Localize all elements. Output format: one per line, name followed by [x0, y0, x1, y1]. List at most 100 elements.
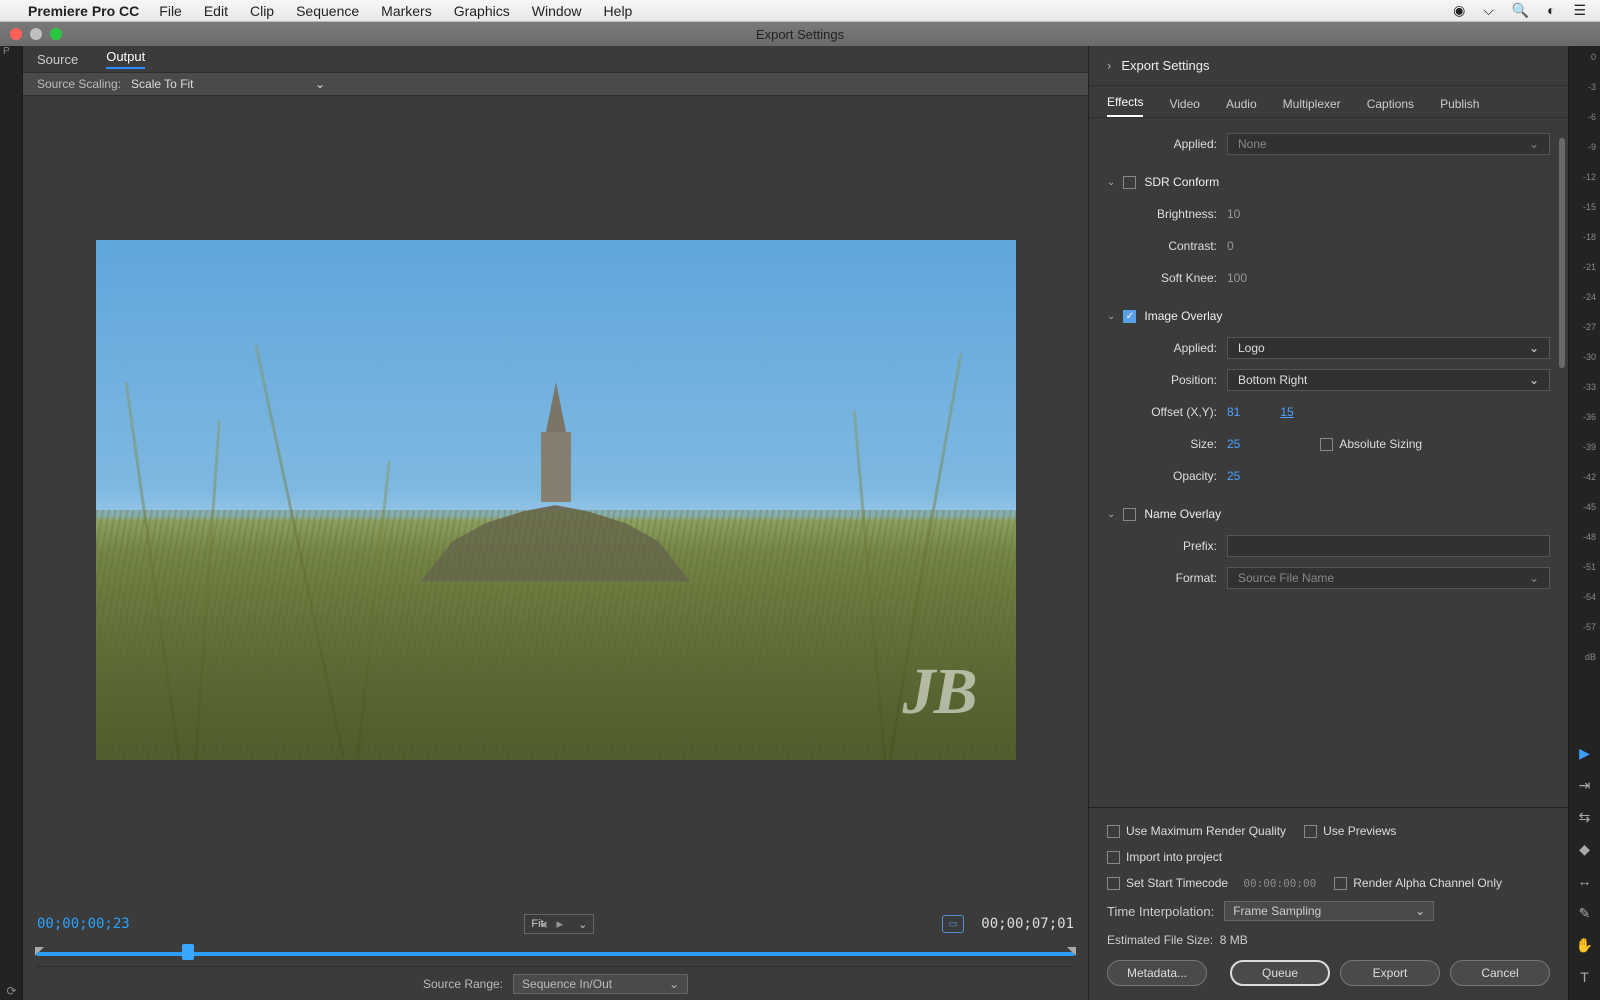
chevron-down-icon: ⌄ — [1107, 509, 1115, 520]
softknee-label: Soft Knee: — [1107, 271, 1227, 285]
close-window-button[interactable] — [10, 28, 22, 40]
tab-publish[interactable]: Publish — [1440, 97, 1479, 117]
timeline-scrubber[interactable] — [37, 944, 1074, 962]
tab-effects[interactable]: Effects — [1107, 95, 1143, 117]
effects-settings-scroll[interactable]: Applied: None⌄ ⌄ SDR Conform Brightness:… — [1089, 118, 1568, 807]
menu-sequence[interactable]: Sequence — [296, 3, 359, 19]
section-image-overlay[interactable]: ⌄ ✓ Image Overlay — [1107, 300, 1550, 332]
overlay-size-value[interactable]: 25 — [1227, 437, 1240, 451]
timecode-in[interactable]: 00;00;00;23 — [37, 916, 130, 932]
wifi-icon[interactable]: ⌵ — [1483, 2, 1494, 18]
overlay-applied-label: Applied: — [1107, 341, 1227, 355]
section-sdr-conform[interactable]: ⌄ SDR Conform — [1107, 166, 1550, 198]
metadata-button[interactable]: Metadata... — [1107, 960, 1207, 986]
overlay-offset-label: Offset (X,Y): — [1107, 405, 1227, 419]
export-tab-row: Effects Video Audio Multiplexer Captions… — [1089, 86, 1568, 118]
menu-clip[interactable]: Clip — [250, 3, 274, 19]
softknee-value[interactable]: 100 — [1227, 271, 1247, 285]
source-scaling-row: Source Scaling: Scale To Fit⌄ — [23, 72, 1088, 96]
siri-icon[interactable]: ◐ — [1547, 2, 1555, 18]
mac-menubar: Premiere Pro CC File Edit Clip Sequence … — [0, 0, 1600, 22]
menu-file[interactable]: File — [159, 3, 182, 19]
source-range-label: Source Range: — [423, 977, 503, 991]
search-icon[interactable]: 🔍 — [1512, 2, 1529, 18]
contrast-value[interactable]: 0 — [1227, 239, 1234, 253]
lumetri-applied-select[interactable]: None⌄ — [1227, 133, 1550, 155]
selection-tool-icon[interactable]: ▶ — [1576, 744, 1594, 762]
out-point-handle[interactable] — [1067, 947, 1076, 956]
import-project-checkbox[interactable] — [1107, 851, 1120, 864]
zoom-fit-select[interactable]: Fit⌄ — [524, 914, 594, 934]
chevron-right-icon: › — [1107, 58, 1111, 73]
chevron-down-icon: ⌄ — [578, 918, 587, 931]
start-tc-value[interactable]: 00:00:00:00 — [1243, 877, 1316, 890]
tab-output[interactable]: Output — [106, 49, 145, 69]
menu-markers[interactable]: Markers — [381, 3, 432, 19]
name-overlay-checkbox[interactable] — [1123, 508, 1136, 521]
menu-window[interactable]: Window — [532, 3, 582, 19]
chevron-down-icon: ⌄ — [1529, 373, 1539, 387]
prefix-input[interactable] — [1227, 535, 1550, 557]
brightness-value[interactable]: 10 — [1227, 207, 1240, 221]
overlay-applied-select[interactable]: Logo⌄ — [1227, 337, 1550, 359]
chevron-down-icon: ⌄ — [1529, 571, 1539, 585]
tab-audio[interactable]: Audio — [1226, 97, 1257, 117]
tab-video[interactable]: Video — [1169, 97, 1199, 117]
pen-tool-icon[interactable]: ✎ — [1576, 904, 1594, 922]
tab-multiplexer[interactable]: Multiplexer — [1283, 97, 1341, 117]
sdr-conform-checkbox[interactable] — [1123, 176, 1136, 189]
render-alpha-checkbox[interactable] — [1334, 877, 1347, 890]
chevron-down-icon: ⌄ — [1107, 177, 1115, 188]
track-select-tool-icon[interactable]: ⇥ — [1576, 776, 1594, 794]
export-settings-header[interactable]: › Export Settings — [1089, 46, 1568, 86]
preview-panel: Source Output Source Scaling: Scale To F… — [23, 46, 1088, 1000]
hand-tool-icon[interactable]: ✋ — [1576, 936, 1594, 954]
maximize-window-button[interactable] — [50, 28, 62, 40]
max-render-quality-checkbox[interactable] — [1107, 825, 1120, 838]
type-tool-icon[interactable]: T — [1576, 968, 1594, 986]
chevron-down-icon: ⌄ — [315, 77, 325, 91]
image-overlay-checkbox[interactable]: ✓ — [1123, 310, 1136, 323]
scrollbar[interactable] — [1559, 138, 1565, 368]
tab-source[interactable]: Source — [37, 52, 78, 67]
set-start-tc-checkbox[interactable] — [1107, 877, 1120, 890]
scaling-select[interactable]: Scale To Fit⌄ — [131, 77, 331, 91]
tab-captions[interactable]: Captions — [1367, 97, 1414, 117]
overlay-opacity-value[interactable]: 25 — [1227, 469, 1240, 483]
queue-button[interactable]: Queue — [1230, 960, 1330, 986]
minimize-window-button[interactable] — [30, 28, 42, 40]
export-button[interactable]: Export — [1340, 960, 1440, 986]
overlay-opacity-label: Opacity: — [1107, 469, 1227, 483]
video-preview[interactable]: JB — [96, 240, 1016, 760]
import-project-label: Import into project — [1126, 850, 1222, 864]
app-name[interactable]: Premiere Pro CC — [28, 3, 139, 19]
time-interpolation-select[interactable]: Frame Sampling⌄ — [1224, 901, 1434, 921]
format-select[interactable]: Source File Name⌄ — [1227, 567, 1550, 589]
menu-edit[interactable]: Edit — [204, 3, 228, 19]
menu-help[interactable]: Help — [604, 3, 633, 19]
export-settings-panel: › Export Settings Effects Video Audio Mu… — [1088, 46, 1568, 1000]
left-gutter-behind: P ⟳ — [0, 46, 23, 1000]
right-gutter: 0 -3 -6 -9 -12 -15 -18 -21 -24 -27 -30 -… — [1568, 46, 1600, 1000]
cc-icon[interactable]: ◉ — [1453, 2, 1465, 18]
section-name-overlay[interactable]: ⌄ Name Overlay — [1107, 498, 1550, 530]
brightness-label: Brightness: — [1107, 207, 1227, 221]
chevron-down-icon: ⌄ — [1529, 341, 1539, 355]
source-range-select[interactable]: Sequence In/Out⌄ — [513, 974, 688, 994]
absolute-sizing-checkbox[interactable] — [1320, 438, 1333, 451]
razor-tool-icon[interactable]: ◆ — [1576, 840, 1594, 858]
playhead[interactable] — [182, 944, 194, 960]
ripple-tool-icon[interactable]: ⇆ — [1576, 808, 1594, 826]
menu-icon[interactable]: ☰ — [1573, 2, 1586, 18]
est-filesize-value: 8 MB — [1220, 933, 1248, 947]
overlay-size-label: Size: — [1107, 437, 1227, 451]
menu-graphics[interactable]: Graphics — [454, 3, 510, 19]
sync-icon[interactable]: ⟳ — [0, 982, 23, 1000]
cancel-button[interactable]: Cancel — [1450, 960, 1550, 986]
aspect-crop-button[interactable]: ▭ — [942, 915, 964, 933]
use-previews-checkbox[interactable] — [1304, 825, 1317, 838]
overlay-offset-x[interactable]: 81 — [1227, 405, 1240, 419]
overlay-position-select[interactable]: Bottom Right⌄ — [1227, 369, 1550, 391]
overlay-offset-y[interactable]: 15 — [1280, 405, 1293, 419]
slip-tool-icon[interactable]: ↔ — [1576, 872, 1594, 890]
